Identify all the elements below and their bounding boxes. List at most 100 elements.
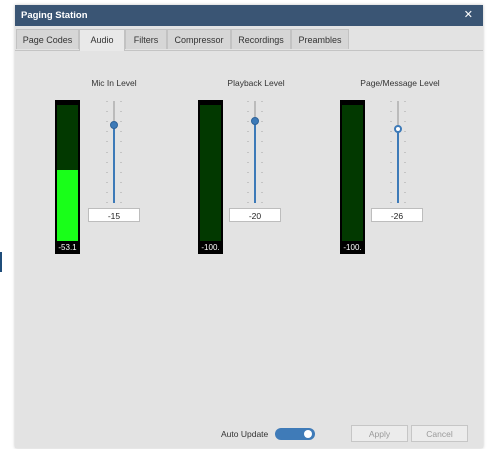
slider-tick [120, 131, 122, 132]
slider-tick [261, 202, 263, 203]
slider-tick [120, 111, 122, 112]
slider-tick [390, 131, 392, 132]
slider-tick [261, 182, 263, 183]
slider-tick [404, 101, 406, 102]
slider-tick [120, 141, 122, 142]
window-title: Paging Station [21, 10, 88, 21]
slider-tick [120, 172, 122, 173]
slider-tick [404, 202, 406, 203]
slider-tick [106, 202, 108, 203]
slider-tick [390, 192, 392, 193]
slider-tick [390, 121, 392, 122]
slider-tick [120, 121, 122, 122]
meter-readout: -100. [343, 243, 362, 252]
background-window-edge [0, 252, 2, 272]
slider-tick [106, 131, 108, 132]
slider-tick [390, 141, 392, 142]
slider-tick [390, 162, 392, 163]
meter-fill [57, 170, 78, 241]
slider-tick [247, 101, 249, 102]
slider-tick [120, 162, 122, 163]
slider-thumb[interactable] [110, 121, 118, 130]
slider-tick [120, 192, 122, 193]
slider-tick [404, 131, 406, 132]
slider-tick [404, 111, 406, 112]
slider-tick [120, 101, 122, 102]
playback-level-value[interactable]: -20 [229, 208, 281, 222]
playback-level-meter: -100. [198, 100, 223, 254]
slider-tick [404, 172, 406, 173]
page-message-level-meter: -100. [340, 100, 365, 254]
slider-tick [106, 182, 108, 183]
cancel-button[interactable]: Cancel [411, 425, 468, 442]
close-icon[interactable]: ✕ [464, 8, 473, 21]
slider-tick [404, 182, 406, 183]
tab-compressor[interactable]: Compressor [167, 29, 231, 49]
slider-tick [261, 162, 263, 163]
slider-tick [261, 121, 263, 122]
title-bar: Paging Station ✕ [15, 5, 483, 26]
tab-bar: Page Codes Audio Filters Compressor Reco… [15, 29, 483, 51]
slider-tick [390, 152, 392, 153]
playback-level-label: Playback Level [227, 78, 285, 88]
slider-tick [247, 152, 249, 153]
page-message-level-value[interactable]: -26 [371, 208, 423, 222]
slider-fill [254, 121, 256, 203]
slider-tick [404, 141, 406, 142]
slider-tick [247, 202, 249, 203]
slider-tick [247, 111, 249, 112]
slider-tick [404, 192, 406, 193]
apply-button[interactable]: Apply [351, 425, 408, 442]
slider-tick [106, 152, 108, 153]
tab-preambles[interactable]: Preambles [291, 29, 349, 49]
auto-update-toggle[interactable] [275, 428, 315, 440]
paging-station-dialog: Paging Station ✕ Page Codes Audio Filter… [15, 5, 483, 448]
slider-tick [120, 182, 122, 183]
slider-tick [120, 152, 122, 153]
playback-level-slider[interactable] [244, 101, 266, 203]
slider-tick [261, 172, 263, 173]
slider-tick [404, 121, 406, 122]
slider-tick [247, 172, 249, 173]
slider-tick [390, 101, 392, 102]
slider-tick [106, 121, 108, 122]
slider-tick [390, 202, 392, 203]
slider-tick [404, 152, 406, 153]
slider-thumb[interactable] [394, 124, 402, 133]
slider-tick [247, 192, 249, 193]
mic-in-level-label: Mic In Level [91, 78, 137, 88]
page-message-level-slider[interactable] [387, 101, 409, 203]
slider-tick [106, 141, 108, 142]
slider-tick [390, 182, 392, 183]
tab-audio[interactable]: Audio [79, 29, 125, 51]
slider-tick [247, 131, 249, 132]
slider-tick [390, 111, 392, 112]
tab-page-codes[interactable]: Page Codes [16, 29, 79, 49]
slider-tick [106, 101, 108, 102]
mic-in-level-slider[interactable] [103, 101, 125, 203]
slider-tick [247, 141, 249, 142]
slider-tick [261, 111, 263, 112]
tab-filters[interactable]: Filters [125, 29, 167, 49]
slider-tick [261, 141, 263, 142]
slider-tick [106, 162, 108, 163]
slider-tick [261, 131, 263, 132]
toggle-knob [304, 430, 312, 438]
mic-in-level-meter: -53.1 [55, 100, 80, 254]
slider-thumb[interactable] [251, 117, 259, 126]
auto-update-label: Auto Update [221, 429, 269, 439]
mic-in-level-value[interactable]: -15 [88, 208, 140, 222]
slider-tick [247, 182, 249, 183]
slider-tick [106, 172, 108, 173]
meter-well [57, 105, 78, 241]
meter-well [342, 105, 363, 241]
tab-recordings[interactable]: Recordings [231, 29, 291, 49]
slider-tick [106, 111, 108, 112]
meter-well [200, 105, 221, 241]
slider-tick [120, 202, 122, 203]
slider-fill [113, 125, 115, 203]
slider-tick [247, 121, 249, 122]
slider-tick [404, 162, 406, 163]
slider-tick [390, 172, 392, 173]
meter-readout: -100. [201, 243, 220, 252]
